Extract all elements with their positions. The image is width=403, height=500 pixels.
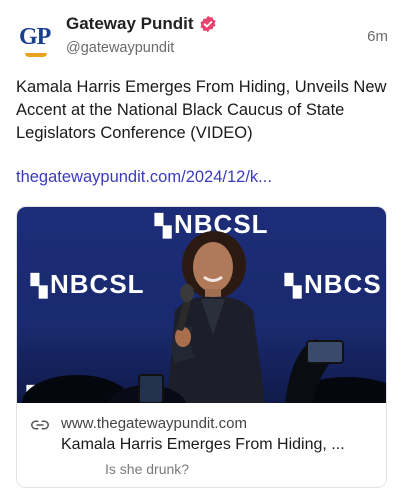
card-meta[interactable]: www.thegatewaypundit.com Kamala Harris E… — [17, 403, 386, 487]
author-display-name[interactable]: Gateway Pundit — [66, 14, 194, 34]
card-title: Kamala Harris Emerges From Hiding, ... — [61, 436, 345, 453]
post-text: Kamala Harris Emerges From Hiding, Unvei… — [16, 78, 387, 142]
name-row: Gateway Pundit — [66, 14, 217, 34]
avatar-swoosh — [25, 53, 47, 57]
link-preview-card[interactable]: ▚NBCSL ▚NBCSL ▚NBCS ▚N ▚N — [16, 206, 387, 488]
card-domain: www.thegatewaypundit.com — [61, 415, 247, 432]
post-link[interactable]: thegatewaypundit.com/2024/12/k... — [16, 168, 272, 187]
card-image[interactable]: ▚NBCSL ▚NBCSL ▚NBCS ▚N ▚N — [17, 207, 386, 403]
verified-badge-icon — [200, 15, 216, 33]
link-icon — [31, 420, 49, 430]
post-timestamp: 6m — [367, 28, 388, 45]
avatar[interactable]: GP — [16, 20, 56, 60]
author-handle[interactable]: @gatewaypundit — [66, 40, 174, 56]
speaker-figure — [22, 231, 386, 403]
post-header: GP Gateway Pundit @gatewaypundit 6m — [16, 12, 388, 60]
avatar-logo-text: GP — [19, 24, 51, 50]
card-description: Is she drunk? — [105, 461, 190, 477]
